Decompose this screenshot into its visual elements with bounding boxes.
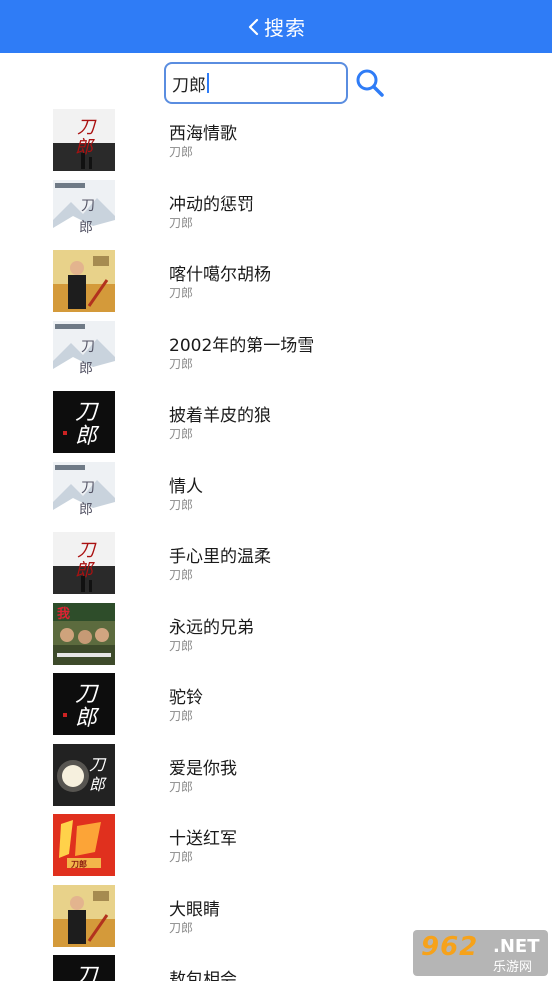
svg-text:郎: 郎 bbox=[79, 361, 93, 377]
svg-text:刀: 刀 bbox=[89, 755, 107, 774]
album-cover-image: 刀郎 bbox=[53, 461, 115, 524]
song-list-item[interactable]: 刀郎披着羊皮的狼 刀郎 bbox=[0, 387, 552, 458]
svg-text:郎: 郎 bbox=[79, 502, 93, 518]
back-button[interactable]: 搜索 bbox=[246, 12, 306, 41]
album-cover-image: 刀郎 bbox=[53, 743, 115, 806]
song-list-item[interactable]: 刀郎手心里的温柔 刀郎 bbox=[0, 528, 552, 599]
search-icon[interactable] bbox=[354, 67, 386, 99]
song-title: 冲动的惩罚 bbox=[169, 194, 254, 215]
song-artist: 刀郎 bbox=[169, 427, 194, 441]
text-caret bbox=[207, 73, 209, 93]
song-title: 西海情歌 bbox=[169, 124, 237, 144]
top-app-bar: 搜索 bbox=[0, 0, 552, 53]
song-artist: 刀郎 bbox=[169, 497, 194, 512]
song-artist: 刀郎 bbox=[169, 638, 194, 653]
song-title: 驼铃 bbox=[169, 688, 203, 708]
song-title: 手心里的温柔 bbox=[169, 547, 271, 567]
song-title: 披着羊皮的狼 bbox=[169, 406, 271, 426]
page-title: 搜索 bbox=[264, 16, 306, 40]
svg-text:刀: 刀 bbox=[77, 117, 97, 138]
song-title: 敖包相会 bbox=[169, 970, 237, 981]
song-title: 十送红军 bbox=[169, 829, 237, 849]
song-title: 永远的兄弟 bbox=[169, 617, 254, 638]
svg-text:郎: 郎 bbox=[75, 706, 100, 731]
song-list-item[interactable]: 刀郎爱是你我 刀郎 bbox=[0, 740, 552, 811]
song-artist: 刀郎 bbox=[169, 850, 194, 864]
svg-text:刀: 刀 bbox=[77, 540, 97, 561]
song-list-item[interactable]: 刀郎 十送红军 刀郎 bbox=[0, 810, 552, 881]
song-artist: 刀郎 bbox=[169, 920, 194, 935]
album-cover-image: 刀郎 bbox=[53, 532, 115, 594]
song-list-item[interactable]: 喀什噶尔胡杨 刀郎 bbox=[0, 246, 552, 317]
album-cover-image: 刀郎 bbox=[53, 814, 115, 876]
song-title: 大眼睛 bbox=[169, 899, 220, 920]
svg-text:我: 我 bbox=[57, 606, 70, 622]
song-list-item[interactable]: 我永远的兄弟 刀郎 bbox=[0, 599, 552, 670]
song-artist: 刀郎 bbox=[169, 215, 194, 230]
song-artist: 刀郎 bbox=[169, 568, 194, 582]
song-list-item[interactable]: 刀郎情人 刀郎 bbox=[0, 458, 552, 529]
song-artist: 刀郎 bbox=[169, 145, 194, 159]
song-title: 情人 bbox=[169, 476, 203, 497]
search-row: 刀郎 bbox=[0, 53, 552, 110]
watermark-number: 962 bbox=[421, 932, 479, 962]
song-list-item[interactable]: 刀郎西海情歌 刀郎 bbox=[0, 105, 552, 176]
album-cover-image bbox=[53, 250, 115, 312]
back-chevron-icon bbox=[248, 18, 259, 35]
album-cover-image bbox=[53, 884, 115, 947]
svg-text:刀: 刀 bbox=[75, 964, 99, 981]
song-artist: 刀郎 bbox=[169, 356, 194, 371]
svg-text:郎: 郎 bbox=[89, 775, 107, 794]
search-input-value: 刀郎 bbox=[172, 75, 206, 96]
search-input[interactable]: 刀郎 bbox=[164, 62, 348, 104]
svg-text:郎: 郎 bbox=[75, 424, 100, 449]
song-title: 爱是你我 bbox=[169, 758, 237, 779]
watermark-site: 乐游网 bbox=[493, 960, 533, 975]
watermark-net: .NET bbox=[493, 936, 540, 957]
svg-text:刀: 刀 bbox=[81, 198, 95, 214]
svg-text:刀: 刀 bbox=[81, 480, 95, 496]
song-artist: 刀郎 bbox=[169, 779, 194, 794]
album-cover-image: 刀郎 bbox=[53, 391, 115, 453]
site-watermark-logo: 962 .NET 乐游网 bbox=[413, 930, 548, 976]
song-list: 刀郎西海情歌 刀郎刀郎冲动的惩罚 刀郎 喀什噶尔胡杨 刀郎刀郎 2002年的第一场雪 刀郎刀… bbox=[0, 105, 552, 981]
svg-text:刀: 刀 bbox=[75, 400, 99, 425]
song-artist: 刀郎 bbox=[169, 286, 194, 300]
song-list-item[interactable]: 刀郎冲动的惩罚 刀郎 bbox=[0, 176, 552, 247]
album-cover-image: 刀郎 bbox=[53, 955, 115, 981]
svg-text:刀: 刀 bbox=[81, 339, 95, 355]
song-title: 2002年的第一场雪 bbox=[169, 335, 315, 356]
song-list-item[interactable]: 刀郎驼铃 刀郎 bbox=[0, 669, 552, 740]
song-artist: 刀郎 bbox=[169, 709, 194, 723]
svg-text:刀: 刀 bbox=[75, 682, 99, 707]
album-cover-image: 刀郎 bbox=[53, 109, 115, 171]
song-list-item[interactable]: 刀郎 2002年的第一场雪 刀郎 bbox=[0, 317, 552, 388]
song-title: 喀什噶尔胡杨 bbox=[169, 265, 271, 285]
album-cover-image: 我 bbox=[53, 602, 115, 665]
svg-text:郎: 郎 bbox=[79, 220, 93, 236]
svg-text:刀郎: 刀郎 bbox=[71, 859, 87, 869]
album-cover-image: 刀郎 bbox=[53, 320, 115, 383]
album-cover-image: 刀郎 bbox=[53, 673, 115, 735]
album-cover-image: 刀郎 bbox=[53, 179, 115, 242]
